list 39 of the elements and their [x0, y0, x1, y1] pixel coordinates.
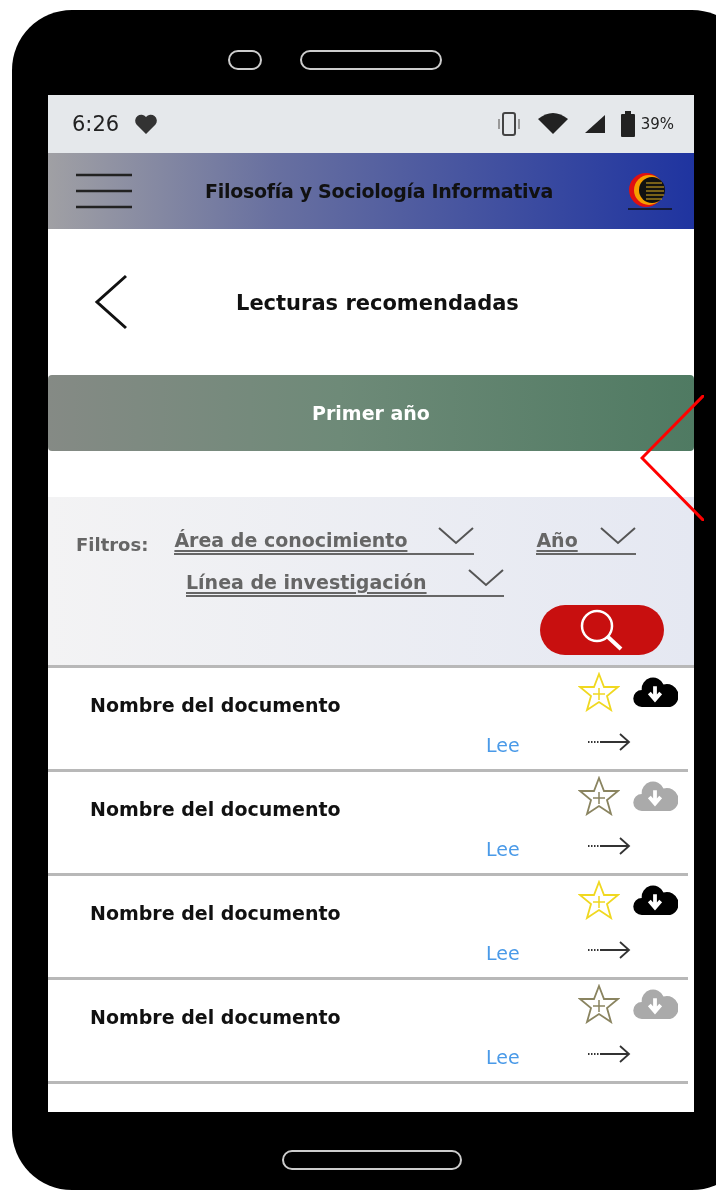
chevron-down-icon[interactable]	[600, 527, 637, 545]
heart-icon	[133, 113, 160, 135]
read-link[interactable]: Lee	[486, 734, 520, 756]
cloud-download-icon[interactable]	[632, 883, 678, 917]
document-row[interactable]: Nombre del documento Lee	[48, 668, 688, 772]
document-row[interactable]: Nombre del documento Lee	[48, 876, 688, 980]
arrow-icon[interactable]	[586, 940, 632, 960]
read-link[interactable]: Lee	[486, 1046, 520, 1068]
arrow-icon[interactable]	[586, 732, 632, 752]
wifi-icon	[536, 113, 569, 135]
back-icon[interactable]	[94, 274, 128, 330]
search-button[interactable]	[540, 605, 664, 655]
camera-slot	[228, 50, 262, 70]
status-time: 6:26	[72, 112, 120, 136]
year-banner[interactable]: Primer año	[48, 375, 694, 451]
battery-percent: 39%	[640, 115, 674, 133]
menu-icon[interactable]	[74, 173, 134, 209]
document-name: Nombre del documento	[90, 798, 341, 820]
chevron-down-icon[interactable]	[468, 569, 504, 587]
app-title: Filosofía y Sociología Informativa	[204, 180, 554, 202]
document-name: Nombre del documento	[90, 902, 341, 924]
cloud-download-icon[interactable]	[632, 675, 678, 709]
area-dropdown[interactable]: Área de conocimiento	[174, 527, 475, 555]
document-row[interactable]: Nombre del documento Lee	[48, 772, 688, 876]
battery-icon	[620, 111, 635, 137]
document-name: Nombre del documento	[90, 694, 341, 716]
arrow-icon[interactable]	[586, 1044, 632, 1064]
chevron-down-icon[interactable]	[438, 527, 475, 545]
star-plus-icon[interactable]	[578, 984, 620, 1024]
read-link[interactable]: Lee	[486, 942, 520, 964]
filter-label: Filtros:	[76, 534, 149, 555]
document-row[interactable]: Nombre del documento Lee	[48, 980, 688, 1084]
research-line-dropdown[interactable]: Línea de investigación	[186, 569, 504, 597]
star-plus-icon[interactable]	[578, 776, 620, 816]
arrow-icon[interactable]	[586, 836, 632, 856]
read-link[interactable]: Lee	[486, 838, 520, 860]
page-title: Lecturas recomendadas	[236, 291, 519, 315]
year-dropdown[interactable]: Año	[536, 527, 637, 555]
document-name: Nombre del documento	[90, 1006, 341, 1028]
